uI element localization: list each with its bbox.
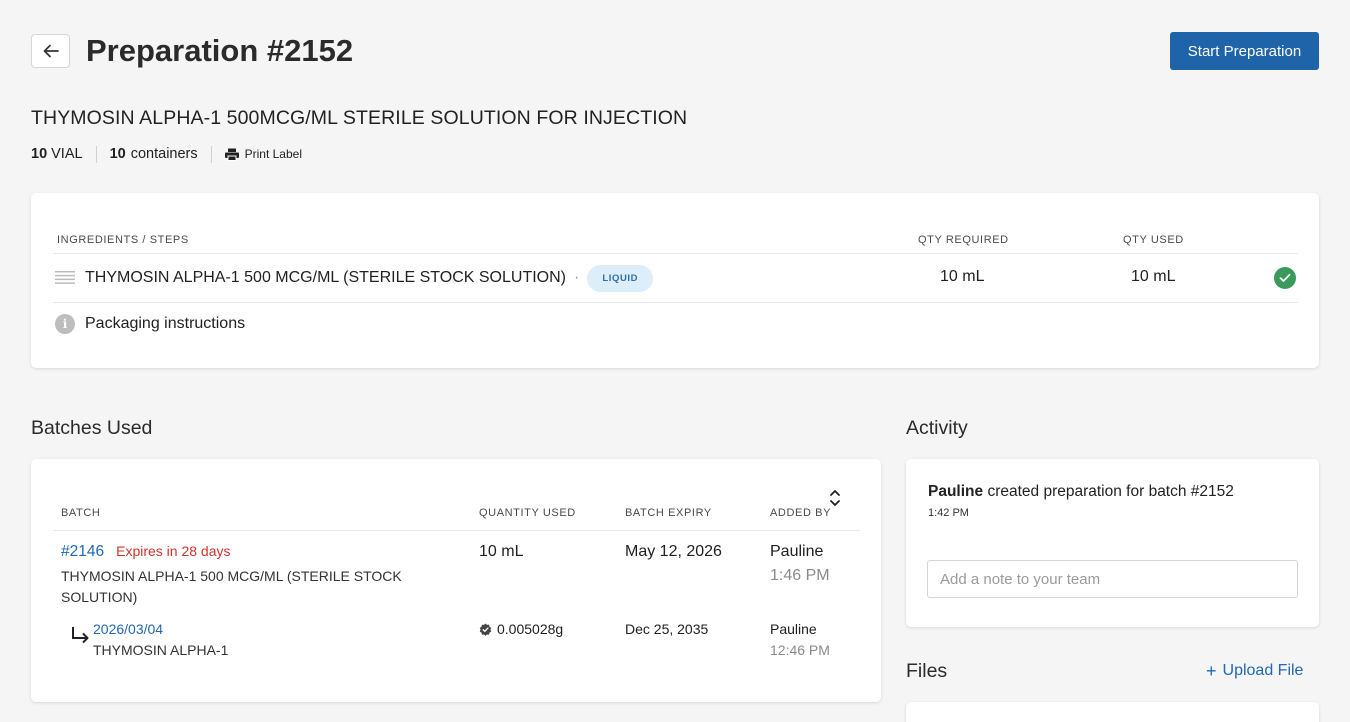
qty-required-value: 10 mL: [940, 268, 985, 285]
plus-icon: +: [1206, 661, 1217, 681]
printer-icon: [224, 148, 239, 161]
containers-value: 10: [109, 146, 126, 162]
product-name: THYMOSIN ALPHA-1 500MCG/ML STERILE SOLUT…: [31, 107, 688, 129]
separator-dot: ·: [574, 269, 580, 286]
activity-time: 1:42 PM: [928, 507, 969, 519]
added-by-time: 1:46 PM: [770, 567, 830, 584]
table-row: #2146 Expires in 28 days: [61, 543, 231, 561]
batch-expiry: May 12, 2026: [625, 543, 722, 560]
divider: [210, 145, 212, 163]
info-icon: i: [55, 314, 75, 334]
preparation-meta: 10 VIAL 10 containers Print Label: [31, 145, 302, 163]
sub-batch-time: 12:46 PM: [770, 642, 830, 658]
divider: [53, 302, 1298, 303]
packaging-instructions[interactable]: i Packaging instructions: [55, 314, 245, 334]
sub-batch-expiry: Dec 25, 2035: [625, 621, 709, 637]
col-header-qty-used: QTY USED: [1123, 234, 1184, 246]
divider: [95, 145, 97, 163]
verified-badge-icon: [479, 622, 492, 636]
upload-file-button[interactable]: + Upload File: [1206, 662, 1303, 680]
sub-batch-added-by: Pauline: [770, 621, 817, 637]
batch-link[interactable]: #2146: [61, 543, 104, 561]
files-section-title: Files: [906, 660, 948, 682]
packaging-label: Packaging instructions: [85, 315, 246, 332]
sub-batch-description: THYMOSIN ALPHA-1: [93, 642, 229, 658]
arrow-left-icon: [43, 44, 59, 58]
quantity-unit: VIAL: [51, 146, 83, 162]
activity-user: Pauline: [928, 483, 984, 500]
sub-batch-quantity: 0.005028g: [497, 621, 564, 637]
activity-entry: Pauline created preparation for batch #2…: [928, 483, 1234, 501]
sub-batch-link[interactable]: 2026/03/04: [93, 621, 163, 637]
col-header-batch: BATCH: [61, 507, 101, 519]
ingredient-row[interactable]: THYMOSIN ALPHA-1 500 MCG/ML (STERILE STO…: [53, 264, 1298, 292]
quantity-value: 10: [31, 146, 48, 162]
expiry-warning: Expires in 28 days: [116, 543, 231, 559]
page-title: Preparation #2152: [86, 33, 354, 68]
batch-description: THYMOSIN ALPHA-1 500 MCG/ML (STERILE STO…: [61, 568, 402, 605]
activity-section-title: Activity: [906, 417, 968, 439]
upload-file-label: Upload File: [1222, 662, 1304, 679]
back-button[interactable]: [31, 34, 70, 68]
sort-icon[interactable]: [829, 488, 841, 508]
col-header-batch-expiry: BATCH EXPIRY: [625, 507, 712, 519]
check-icon: [1274, 267, 1296, 289]
divider: [53, 530, 860, 531]
sub-item-arrow-icon: [72, 627, 89, 644]
qty-used-value: 10 mL: [1131, 268, 1176, 285]
print-label-button[interactable]: Print Label: [224, 147, 302, 161]
containers-label: containers: [130, 146, 198, 162]
col-header-qty-required: QTY REQUIRED: [918, 234, 1009, 246]
divider: [53, 253, 1298, 254]
files-card: [906, 702, 1319, 722]
liquid-badge: LIQUID: [587, 264, 654, 292]
note-input[interactable]: [927, 560, 1298, 598]
ingredient-name: THYMOSIN ALPHA-1 500 MCG/ML (STERILE STO…: [85, 269, 566, 286]
col-header-quantity-used: QUANTITY USED: [479, 507, 576, 519]
sub-batch-quantity-cell: 0.005028g: [479, 621, 563, 637]
activity-text: created preparation for batch #2152: [983, 483, 1234, 500]
batches-section-title: Batches Used: [31, 417, 153, 439]
drag-handle-icon[interactable]: [55, 271, 75, 284]
added-by-name: Pauline: [770, 543, 824, 560]
batch-quantity: 10 mL: [479, 543, 524, 560]
col-header-ingredients: INGREDIENTS / STEPS: [57, 234, 189, 246]
col-header-added-by: ADDED BY: [770, 507, 832, 519]
print-label-text: Print Label: [244, 147, 302, 161]
start-preparation-button[interactable]: Start Preparation: [1170, 32, 1319, 70]
